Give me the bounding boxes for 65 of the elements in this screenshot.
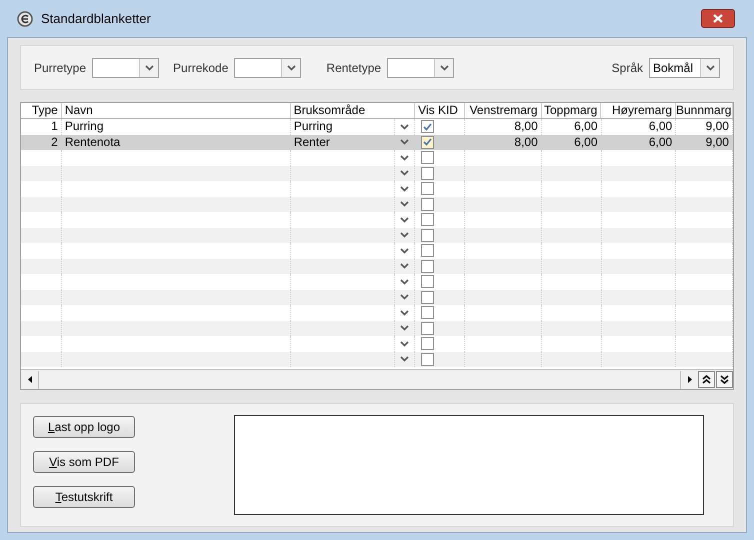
column-header[interactable]: Navn xyxy=(62,103,291,118)
table-cell: 6,00 xyxy=(648,119,672,133)
table-cell: 6,00 xyxy=(574,119,598,133)
double-chevron-up-icon xyxy=(702,375,711,384)
table-cell: Renter xyxy=(294,134,330,148)
column-header[interactable]: Bunnmarg xyxy=(676,103,733,118)
checkbox[interactable] xyxy=(421,120,434,134)
checkbox[interactable] xyxy=(421,306,434,320)
checkbox[interactable] xyxy=(421,322,434,335)
checkbox[interactable] xyxy=(421,182,434,196)
dropdown-field[interactable] xyxy=(234,58,302,78)
page-up-button[interactable] xyxy=(698,371,715,388)
checkbox[interactable] xyxy=(421,352,434,366)
checkbox[interactable] xyxy=(421,337,434,350)
checkbox[interactable] xyxy=(421,228,434,242)
app-logo-icon xyxy=(17,10,33,26)
double-chevron-down-icon xyxy=(720,375,729,384)
filter-label: Språk xyxy=(612,60,643,76)
table-cell: Purring xyxy=(294,119,333,133)
chevron-down-icon xyxy=(144,64,154,70)
checkbox[interactable] xyxy=(421,198,434,211)
chevron-down-icon xyxy=(286,64,296,70)
column-header[interactable]: Toppmarg xyxy=(542,103,602,118)
table-cell: 8,00 xyxy=(514,134,538,148)
chevron-down-icon xyxy=(706,64,714,70)
filter-label: Rentetype xyxy=(326,60,382,76)
column-header[interactable]: Venstremarg xyxy=(464,103,542,118)
table-cell: 9,00 xyxy=(706,134,729,148)
filter-label: Purretype xyxy=(34,60,86,76)
window-title: Standardblanketter xyxy=(41,10,152,28)
table-cell: 2 xyxy=(51,134,58,148)
checkbox[interactable] xyxy=(421,275,434,288)
checkbox[interactable] xyxy=(421,244,434,258)
checkbox[interactable] xyxy=(421,213,434,226)
chevron-down-icon xyxy=(440,64,449,70)
column-header[interactable]: Vis KID xyxy=(415,103,465,118)
table-cell: Rentenota xyxy=(64,134,120,148)
table-cell: 9,00 xyxy=(706,119,729,133)
dropdown-field[interactable] xyxy=(387,58,454,78)
table-cell: 6,00 xyxy=(574,134,598,148)
table-cell: 6,00 xyxy=(648,134,672,148)
dropdown-field[interactable]: Bokmål xyxy=(649,58,720,78)
checkbox[interactable] xyxy=(421,166,434,180)
checkbox[interactable] xyxy=(421,260,434,273)
column-header[interactable]: Høyremarg xyxy=(601,103,676,118)
column-header[interactable]: Type xyxy=(21,103,62,118)
dropdown-value: Bokmål xyxy=(652,60,694,76)
table-cell: Purring xyxy=(64,119,104,133)
filter-label: Purrekode xyxy=(173,60,228,76)
left-arrow-icon xyxy=(28,376,32,383)
checkbox[interactable] xyxy=(421,290,434,304)
close-icon xyxy=(713,14,723,23)
right-arrow-icon xyxy=(688,376,692,383)
table-row[interactable]: 2 Rentenota Renter 8,00 6,00 6,00 9,00 xyxy=(21,134,733,150)
checkbox[interactable] xyxy=(421,151,434,164)
checkbox[interactable] xyxy=(421,136,434,149)
action-button[interactable]: Testutskrift xyxy=(33,486,135,508)
page-down-button[interactable] xyxy=(716,371,733,388)
column-header[interactable]: Bruksområde xyxy=(290,103,416,118)
table-cell: 1 xyxy=(51,119,58,133)
close-button[interactable] xyxy=(701,9,735,28)
table-cell: 8,00 xyxy=(514,119,538,133)
action-button[interactable]: Last opp logo xyxy=(33,416,135,438)
dropdown-field[interactable] xyxy=(92,58,160,78)
action-button[interactable]: Vis som PDF xyxy=(33,451,135,473)
